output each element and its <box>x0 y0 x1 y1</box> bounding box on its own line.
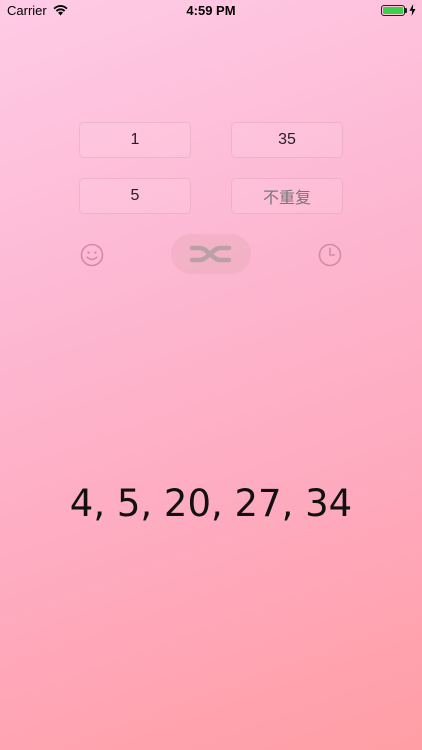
clock-icon[interactable] <box>318 243 342 267</box>
battery-level <box>383 7 403 14</box>
random-result-text: 4, 5, 20, 27, 34 <box>69 482 353 525</box>
max-value-field[interactable]: 35 <box>231 122 343 158</box>
repeat-mode-toggle[interactable]: 不重复 <box>231 178 343 214</box>
smiley-icon[interactable] <box>80 243 104 267</box>
shuffle-icon <box>189 245 232 263</box>
shuffle-button[interactable] <box>171 234 251 274</box>
battery-tip <box>405 8 407 13</box>
count-field[interactable]: 5 <box>79 178 191 214</box>
battery-icon <box>381 5 405 16</box>
min-value-field[interactable]: 1 <box>79 122 191 158</box>
bolt-icon <box>409 4 416 16</box>
status-time: 4:59 PM <box>186 3 236 18</box>
status-bar: Carrier 4:59 PM <box>0 0 422 22</box>
